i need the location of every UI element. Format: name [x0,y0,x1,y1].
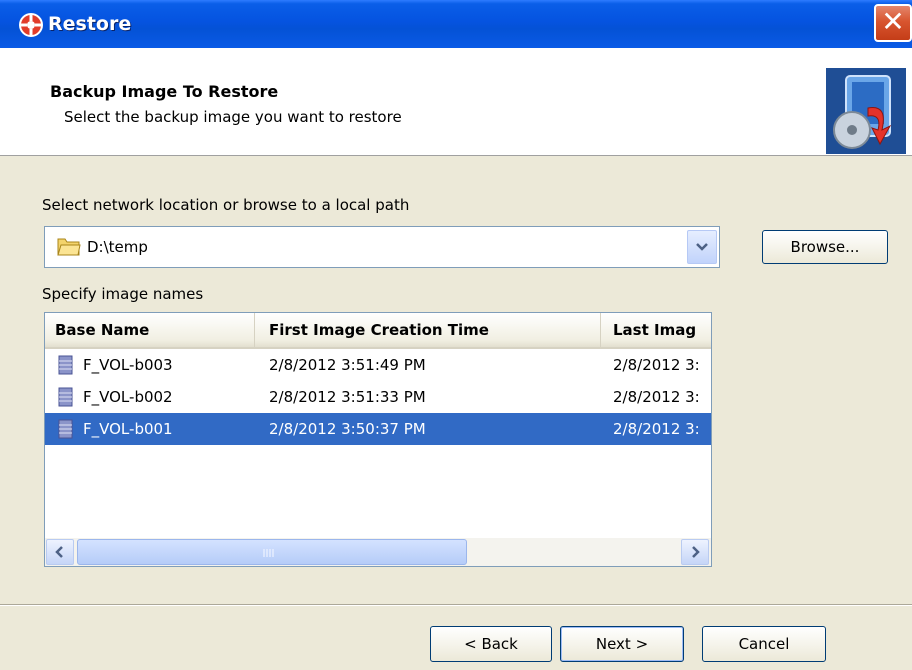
image-name: F_VOL-b003 [83,356,173,374]
chevron-left-icon [55,546,63,558]
folder-icon [57,235,81,261]
scroll-right-button[interactable] [681,539,709,565]
location-label: Select network location or browse to a l… [42,196,410,214]
scroll-left-button[interactable] [46,539,74,565]
list-header: Base Name First Image Creation Time Last… [45,313,711,349]
image-last-time: 2/8/2012 3: [613,388,700,406]
list-item[interactable]: F_VOL-b003 2/8/2012 3:51:49 PM 2/8/2012 … [45,349,711,381]
wizard-header: Backup Image To Restore Select the backu… [0,48,912,156]
image-name: F_VOL-b001 [83,420,173,438]
scroll-thumb[interactable] [77,539,467,565]
column-header-last-image[interactable]: Last Imag [601,313,711,347]
image-first-time: 2/8/2012 3:50:37 PM [269,420,426,438]
image-file-icon [57,387,75,411]
image-name: F_VOL-b002 [83,388,173,406]
footer-separator [0,604,912,606]
restore-app-icon [16,9,48,39]
next-button[interactable]: Next > [560,626,684,662]
header-title: Backup Image To Restore [50,82,279,101]
chevron-down-icon[interactable] [687,230,717,264]
restore-disk-icon [826,68,906,154]
title-bar[interactable]: Restore ✕ [0,0,912,48]
list-item[interactable]: F_VOL-b002 2/8/2012 3:51:33 PM 2/8/2012 … [45,381,711,413]
browse-button[interactable]: Browse... [762,230,888,264]
image-last-time: 2/8/2012 3: [613,356,700,374]
image-list[interactable]: Base Name First Image Creation Time Last… [44,312,712,567]
back-button[interactable]: < Back [430,626,552,662]
image-names-label: Specify image names [42,285,204,303]
list-item-selected[interactable]: F_VOL-b001 2/8/2012 3:50:37 PM 2/8/2012 … [45,413,711,445]
close-button[interactable]: ✕ [874,4,912,42]
image-file-icon [57,419,75,443]
image-first-time: 2/8/2012 3:51:33 PM [269,388,426,406]
image-file-icon [57,355,75,379]
chevron-right-icon [692,546,700,558]
window-title: Restore [48,13,132,35]
grip-icon [263,549,274,557]
image-last-time: 2/8/2012 3: [613,420,700,438]
horizontal-scrollbar[interactable] [45,538,711,566]
location-combobox[interactable]: D:\temp [44,226,720,268]
location-value: D:\temp [87,238,148,256]
cancel-button[interactable]: Cancel [702,626,826,662]
image-first-time: 2/8/2012 3:51:49 PM [269,356,426,374]
close-icon: ✕ [881,5,905,38]
column-header-first-creation-time[interactable]: First Image Creation Time [255,313,601,347]
column-header-base-name[interactable]: Base Name [45,313,255,347]
header-subtitle: Select the backup image you want to rest… [64,108,402,126]
